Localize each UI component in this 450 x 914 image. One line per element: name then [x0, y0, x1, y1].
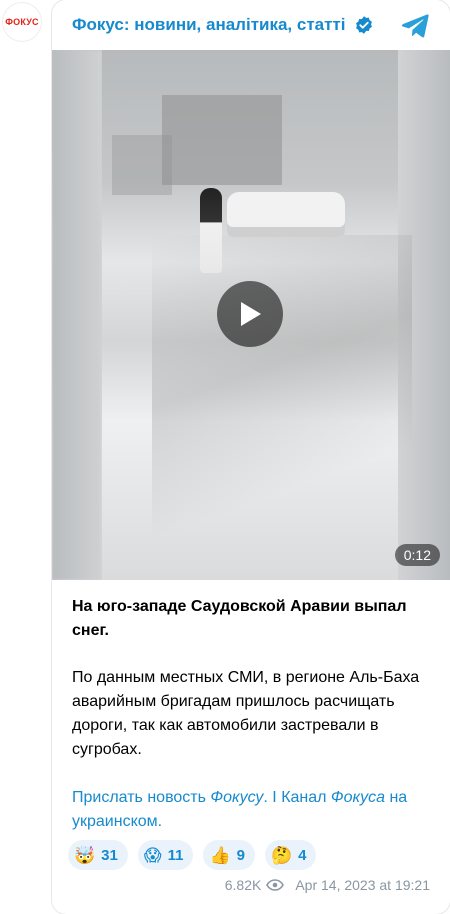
- video-duration: 0:12: [394, 544, 440, 566]
- channel-name[interactable]: Фокус: новини, аналітика, статті: [72, 15, 346, 35]
- reaction-screaming[interactable]: 😱 11: [137, 840, 194, 870]
- thumbs-up-emoji-icon: 👍: [209, 845, 231, 865]
- video-scene-road: [152, 235, 412, 575]
- play-icon: [241, 302, 261, 326]
- reaction-count: 11: [167, 846, 184, 864]
- send-news-link-text: Прислать новость: [72, 789, 211, 806]
- video-scene-building: [162, 95, 282, 185]
- reaction-thumbs-up[interactable]: 👍 9: [203, 840, 255, 870]
- video-scene-person: [200, 188, 222, 273]
- send-news-link-italic: Фокусу: [210, 789, 264, 806]
- post-body: По данным местных СМИ, в регионе Аль-Бах…: [72, 669, 420, 758]
- reaction-count: 4: [298, 846, 307, 864]
- post-links: Прислать новость Фокусу. I Канал Фокуса …: [72, 786, 432, 834]
- screaming-face-emoji-icon: 😱: [143, 845, 162, 865]
- reaction-count: 31: [101, 846, 118, 864]
- post-timestamp: Apr 14, 2023 at 19:21: [295, 877, 430, 893]
- avatar-logo-text: ФОКУС: [5, 17, 39, 27]
- telegram-icon[interactable]: [400, 12, 430, 38]
- reaction-exploding-head[interactable]: 🤯 31: [68, 840, 128, 870]
- play-button[interactable]: [217, 281, 283, 347]
- verified-check-icon: [355, 16, 372, 34]
- reactions-bar: 🤯 31 😱 11 👍 9 🤔 4: [68, 840, 317, 870]
- video-scene-car: [227, 192, 345, 237]
- reaction-thinking[interactable]: 🤔 4: [264, 840, 317, 870]
- post-header: Фокус: новини, аналітика, статті: [52, 0, 450, 50]
- video-blur-left: [52, 50, 102, 580]
- reaction-count: 9: [236, 846, 245, 864]
- channel-avatar[interactable]: ФОКУС: [2, 2, 42, 42]
- eye-icon: [266, 879, 285, 891]
- view-count: 6.82K: [224, 877, 262, 893]
- post-meta: 6.82K Apr 14, 2023 at 19:21: [225, 877, 430, 893]
- send-news-link[interactable]: Прислать новость Фокусу.: [72, 789, 268, 806]
- ukrainian-channel-link-italic: Фокуса: [330, 789, 385, 806]
- exploding-head-emoji-icon: 🤯: [74, 845, 96, 865]
- video-player[interactable]: 0:12: [52, 50, 450, 580]
- post-title: На юго-западе Саудовской Аравии выпал сн…: [72, 598, 407, 639]
- post-card: Фокус: новини, аналітика, статті 0:12 На…: [52, 0, 450, 914]
- ukrainian-channel-link-text: Канал: [281, 789, 331, 806]
- thinking-face-emoji-icon: 🤔: [270, 845, 293, 865]
- links-separator: I: [267, 789, 282, 806]
